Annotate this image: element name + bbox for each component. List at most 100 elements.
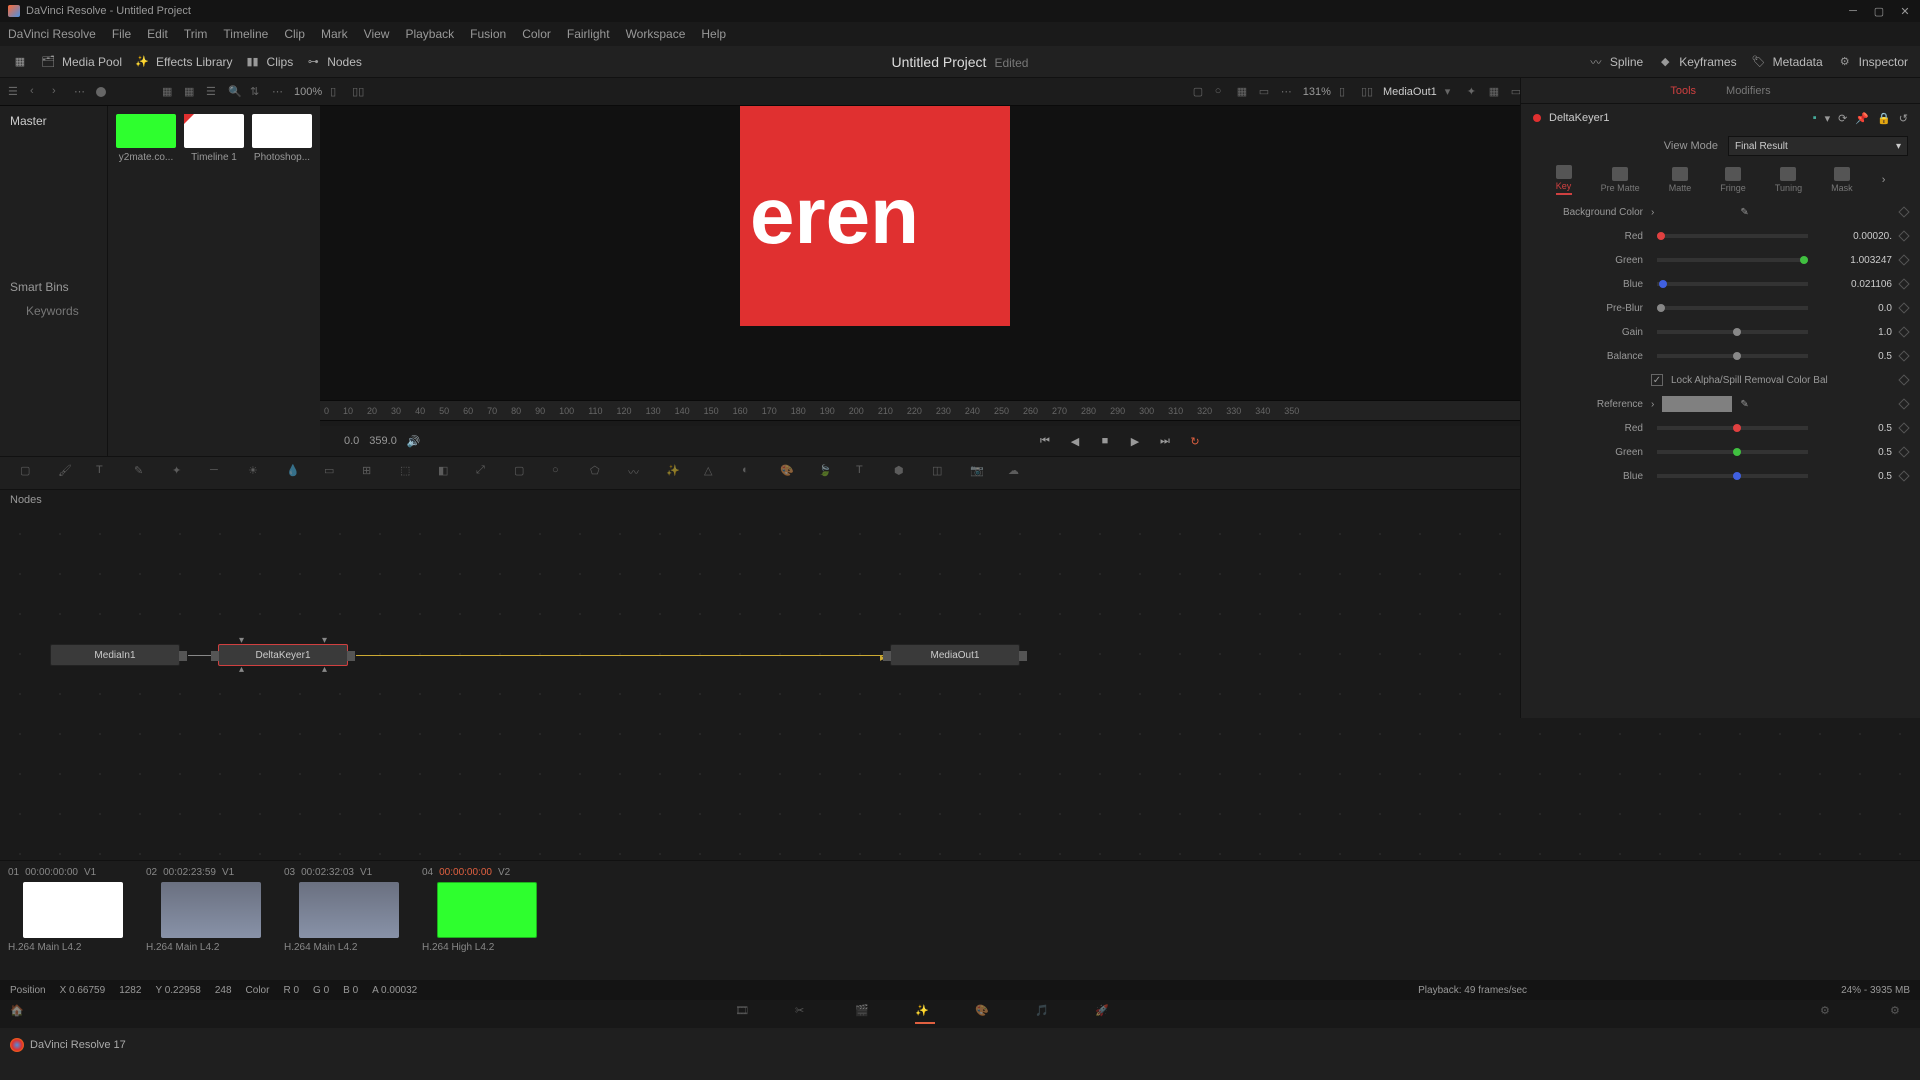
menu-trim[interactable]: Trim xyxy=(184,27,208,41)
metadata-button[interactable]: 🏷Metadata xyxy=(1751,54,1823,70)
thumb-item[interactable]: Photoshop... xyxy=(252,114,312,163)
menu-help[interactable]: Help xyxy=(701,27,726,41)
keyframe-icon[interactable] xyxy=(1898,470,1909,481)
inspector-button[interactable]: ⚙Inspector xyxy=(1837,54,1908,70)
output-label[interactable]: MediaOut1 xyxy=(1383,86,1437,98)
eff-merge-icon[interactable]: ⊞ xyxy=(362,464,380,482)
effects-library-button[interactable]: ✨Effects Library xyxy=(134,54,232,70)
keyframes-button[interactable]: ◆Keyframes xyxy=(1657,54,1736,70)
layout-icon[interactable]: ☰ xyxy=(8,85,22,99)
filter-icon[interactable]: ⋯ xyxy=(272,85,286,99)
enable-icon[interactable]: ▪ xyxy=(1813,112,1817,125)
prev-frame-icon[interactable]: ◀ xyxy=(1067,433,1083,449)
loop-icon[interactable]: ↻ xyxy=(1187,433,1203,449)
menu-workspace[interactable]: Workspace xyxy=(626,27,686,41)
menu-view[interactable]: View xyxy=(364,27,390,41)
menu-fairlight[interactable]: Fairlight xyxy=(567,27,610,41)
keyframe-icon[interactable] xyxy=(1898,302,1909,313)
snap-icon[interactable]: ✦ xyxy=(1467,85,1481,99)
play-icon[interactable]: ▶ xyxy=(1127,433,1143,449)
eff-particles-icon[interactable]: ✦ xyxy=(172,464,190,482)
eff-xf-icon[interactable]: ⬚ xyxy=(400,464,418,482)
view-mode-select[interactable]: Final Result▾ xyxy=(1728,136,1908,156)
last-frame-icon[interactable]: ⏭ xyxy=(1157,433,1173,449)
ref-red-slider[interactable] xyxy=(1657,426,1808,430)
eff-bsp-icon[interactable]: 〰 xyxy=(628,464,646,482)
volume-icon[interactable]: 🔊 xyxy=(407,435,421,448)
dd2-icon[interactable]: ▾ xyxy=(1825,112,1831,125)
eff-mask-icon[interactable]: ◧ xyxy=(438,464,456,482)
tab-fringe[interactable]: Fringe xyxy=(1720,167,1746,193)
close-icon[interactable]: ✕ xyxy=(1898,4,1912,18)
grid2-icon[interactable]: ▦ xyxy=(184,85,198,99)
keyframe-icon[interactable] xyxy=(1898,278,1909,289)
tab-matte[interactable]: Matte xyxy=(1669,167,1692,193)
stop-icon[interactable]: ■ xyxy=(1097,433,1113,449)
first-frame-icon[interactable]: ⏮ xyxy=(1037,433,1053,449)
nodes-button[interactable]: ⊶Nodes xyxy=(305,54,362,70)
eff-rect-icon[interactable]: ▭ xyxy=(324,464,342,482)
sort-icon[interactable]: ⇅ xyxy=(250,85,264,99)
eff-cc-icon[interactable]: ◐ xyxy=(742,464,760,482)
cut-page-icon[interactable]: ✂ xyxy=(795,1004,815,1024)
menu-edit[interactable]: Edit xyxy=(147,27,168,41)
reset-icon[interactable]: ↺ xyxy=(1899,112,1908,125)
eff-poly-icon[interactable]: ⬠ xyxy=(590,464,608,482)
v1-icon[interactable]: ▯ xyxy=(1339,85,1353,99)
grid3-icon[interactable]: ▦ xyxy=(1237,85,1251,99)
eff-pen-icon[interactable]: ✎ xyxy=(134,464,152,482)
balance-slider[interactable] xyxy=(1657,354,1808,358)
master-label[interactable]: Master xyxy=(10,114,97,128)
eff-blur-icon[interactable]: 💧 xyxy=(286,464,304,482)
tab-tools[interactable]: Tools xyxy=(1670,85,1696,97)
green-slider[interactable] xyxy=(1657,258,1808,262)
clip-item[interactable]: 0200:02:23:59V1 H.264 Main L4.2 xyxy=(146,867,276,974)
blue-slider[interactable] xyxy=(1657,282,1808,286)
menu-mark[interactable]: Mark xyxy=(321,27,348,41)
eff-hue-icon[interactable]: 🎨 xyxy=(780,464,798,482)
fairlight-page-icon[interactable]: 🎵 xyxy=(1035,1004,1055,1024)
more-icon[interactable]: ⋯ xyxy=(74,85,88,99)
split-icon[interactable]: ▯ xyxy=(330,85,344,99)
clip-item[interactable]: 0300:02:32:03V1 H.264 Main L4.2 xyxy=(284,867,414,974)
green-value[interactable]: 1.003247 xyxy=(1822,255,1892,266)
g4-icon[interactable]: ▦ xyxy=(1489,85,1503,99)
eff-paint-icon[interactable]: 🖌 xyxy=(58,464,76,482)
expand-icon[interactable]: › xyxy=(1882,174,1886,186)
eff-line-icon[interactable]: ─ xyxy=(210,464,228,482)
thumb-item[interactable]: y2mate.co... xyxy=(116,114,176,163)
ref-blue-value[interactable]: 0.5 xyxy=(1822,471,1892,482)
eff-r2-icon[interactable]: ▢ xyxy=(514,464,532,482)
maximize-icon[interactable]: ▢ xyxy=(1872,4,1886,18)
keyframe-icon[interactable] xyxy=(1898,374,1909,385)
eff-3d-icon[interactable]: ⬢ xyxy=(894,464,912,482)
dd-icon[interactable]: ▾ xyxy=(1445,85,1459,99)
fusion-page-icon[interactable]: ✨ xyxy=(915,1004,935,1024)
nav-back-icon[interactable]: ‹ xyxy=(30,85,44,99)
clip-item[interactable]: 0400:00:00:00V2 H.264 High L4.2 xyxy=(422,867,552,974)
eff-tri-icon[interactable]: △ xyxy=(704,464,722,482)
menu-fusion[interactable]: Fusion xyxy=(470,27,506,41)
bg-color-swatch[interactable] xyxy=(1662,204,1732,220)
search-icon[interactable]: 🔍 xyxy=(228,85,242,99)
rect-icon[interactable]: ▭ xyxy=(1259,85,1273,99)
thumb-item[interactable]: Timeline 1 xyxy=(184,114,244,163)
layout-button[interactable]: ▦ xyxy=(12,54,28,70)
tab-tuning[interactable]: Tuning xyxy=(1775,167,1802,193)
zoom-right[interactable]: 131% xyxy=(1303,86,1331,98)
node-mediaout[interactable]: MediaOut1 xyxy=(890,644,1020,666)
nav-fwd-icon[interactable]: › xyxy=(52,85,66,99)
expand-bg-icon[interactable]: › xyxy=(1651,207,1654,218)
eff-wand-icon[interactable]: ✨ xyxy=(666,464,684,482)
project-settings-icon[interactable]: ⚙ xyxy=(1820,1004,1840,1024)
gain-value[interactable]: 1.0 xyxy=(1822,327,1892,338)
gain-slider[interactable] xyxy=(1657,330,1808,334)
picker-icon[interactable]: ✎ xyxy=(1740,207,1748,218)
tab-prematte[interactable]: Pre Matte xyxy=(1601,167,1640,193)
color-page-icon[interactable]: 🎨 xyxy=(975,1004,995,1024)
clips-button[interactable]: ▮▮Clips xyxy=(245,54,294,70)
spline-button[interactable]: 〰Spline xyxy=(1588,54,1643,70)
keyframe-icon[interactable] xyxy=(1898,206,1909,217)
blue-value[interactable]: 0.021106 xyxy=(1822,279,1892,290)
eff-cube-icon[interactable]: ◫ xyxy=(932,464,950,482)
